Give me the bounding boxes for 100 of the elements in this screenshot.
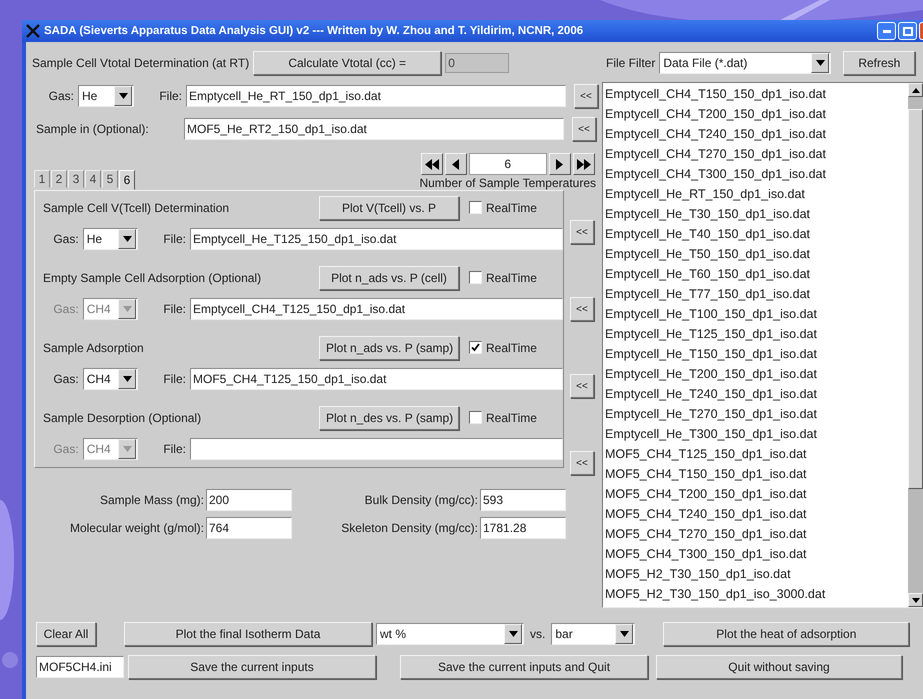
property-field[interactable]: 200 [206,489,292,511]
gas-dropdown[interactable]: CH4 [82,368,138,390]
file-list-item[interactable]: Emptycell_He_T240_150_dp1_iso.dat [605,384,908,404]
double-left-arrow-icon [424,158,439,170]
clear-all-button[interactable]: Clear All [36,622,96,646]
file-field[interactable]: Emptycell_He_RT_150_dp1_iso.dat [186,85,566,107]
property-field[interactable]: 1781.28 [480,517,566,539]
window-title: SADA (Sieverts Apparatus Data Analysis GUI) v2 --- Written by W. Zhou and T. Yildirim, NCNR, 2006 [44,25,584,37]
plot-isotherm-button[interactable]: Plot the final Isotherm Data [124,622,372,646]
file-list-item[interactable]: Emptycell_CH4_T150_150_dp1_iso.dat [605,84,908,104]
property-field[interactable]: 593 [480,489,566,511]
checkbox[interactable] [469,201,482,214]
ini-file-field[interactable]: MOF5CH4.ini [36,656,124,678]
plot-button[interactable]: Plot n_ads vs. P (samp) [319,336,459,360]
quit-button[interactable]: Quit without saving [656,654,902,678]
file-field[interactable]: Emptycell_CH4_T125_150_dp1_iso.dat [190,298,563,320]
file-field[interactable] [190,438,563,460]
first-button[interactable] [420,153,443,175]
plot-button[interactable]: Plot V(Tcell) vs. P [319,196,459,220]
maximize-icon [902,26,912,36]
tab[interactable]: 3 [68,170,84,188]
file-list-item[interactable]: Emptycell_CH4_T300_150_dp1_iso.dat [605,164,908,184]
sample-in-label: Sample in (Optional): [36,122,150,136]
file-list-item[interactable]: Emptycell_He_RT_150_dp1_iso.dat [605,184,908,204]
tab[interactable]: 2 [51,170,67,188]
select-file-button[interactable]: << [570,374,594,398]
tab[interactable]: 5 [102,170,118,188]
select-file-button[interactable]: << [574,84,598,108]
file-label: File: [162,302,186,316]
file-filter-label: File Filter [606,56,656,70]
file-list-item[interactable]: Emptycell_He_T60_150_dp1_iso.dat [605,264,908,284]
file-list-item[interactable]: Emptycell_He_T40_150_dp1_iso.dat [605,224,908,244]
temperature-count-label: Number of Sample Temperatures [419,176,596,190]
tab[interactable]: 4 [85,170,101,188]
file-list-item[interactable]: Emptycell_He_T270_150_dp1_iso.dat [605,404,908,424]
double-right-arrow-icon [576,158,591,170]
checkbox[interactable] [469,271,482,284]
file-list-item[interactable]: Emptycell_He_T150_150_dp1_iso.dat [605,344,908,364]
property-label: Sample Mass (mg): [100,493,204,507]
file-list-item[interactable]: MOF5_CH4_T125_150_dp1_iso.dat [605,444,908,464]
unit-dropdown[interactable]: wt % [376,622,524,644]
left-arrow-icon [452,158,460,170]
file-field[interactable]: Emptycell_He_T125_150_dp1_iso.dat [190,228,563,250]
select-file-button[interactable]: << [570,220,594,244]
caret-icon [122,306,132,312]
select-file-button[interactable]: << [572,117,596,141]
property-field[interactable]: 764 [206,517,292,539]
minimize-button[interactable] [877,22,896,40]
save-button[interactable]: Save the current inputs [128,654,376,678]
file-list-item[interactable]: MOF5_CH4_T200_150_dp1_iso.dat [605,484,908,504]
tab[interactable]: 1 [34,170,50,188]
unit-dropdown[interactable]: bar [551,622,636,644]
file-field[interactable]: MOF5_He_RT2_150_dp1_iso.dat [184,118,564,140]
file-list-item[interactable]: Emptycell_CH4_T200_150_dp1_iso.dat [605,104,908,124]
select-file-button[interactable]: << [570,297,594,321]
gas-label: Gas: [52,442,79,456]
select-file-button[interactable]: << [570,451,594,475]
file-list-item[interactable]: MOF5_H2_T30_150_dp1_iso_3000.dat [605,584,908,604]
gas-dropdown[interactable]: He [78,85,134,107]
calculate-button[interactable]: Calculate Vtotal (cc) = [253,51,442,75]
refresh-button[interactable]: Refresh [843,51,916,75]
file-list-item[interactable]: Emptycell_He_T30_150_dp1_iso.dat [605,204,908,224]
vs-label: vs. [530,626,546,640]
caret-icon [816,60,825,66]
save-and-quit-button[interactable]: Save the current inputs and Quit [400,654,648,678]
file-label: File: [162,372,186,386]
file-field[interactable]: MOF5_CH4_T125_150_dp1_iso.dat [190,368,563,390]
scrollbar[interactable] [908,83,923,607]
file-list-item[interactable]: Emptycell_He_T125_150_dp1_iso.dat [605,324,908,344]
minimize-icon [882,30,890,32]
checkbox-label: RealTime [486,340,537,354]
plot-heat-button[interactable]: Plot the heat of adsorption [663,622,910,646]
checkbox-label: RealTime [486,200,537,214]
last-button[interactable] [572,153,595,175]
file-list-item[interactable]: Emptycell_He_T300_150_dp1_iso.dat [605,424,908,444]
file-list-item[interactable]: Emptycell_He_T200_150_dp1_iso.dat [605,364,908,384]
gas-dropdown[interactable]: He [82,228,138,250]
section-label: Sample Cell V(Tcell) Determination [43,200,230,214]
temperature-count-field[interactable]: 6 [468,153,547,175]
file-filter-dropdown[interactable]: Data File (*.dat) [659,52,832,74]
checkbox[interactable] [469,411,482,424]
plot-button[interactable]: Plot n_des vs. P (samp) [319,406,459,430]
file-list-item[interactable]: MOF5_CH4_T240_150_dp1_iso.dat [605,504,908,524]
file-list-item[interactable]: MOF5_CH4_T150_150_dp1_iso.dat [605,464,908,484]
down-arrow-icon [912,598,920,602]
checkbox[interactable] [469,341,482,354]
file-list-item[interactable]: Emptycell_CH4_T270_150_dp1_iso.dat [605,144,908,164]
next-button[interactable] [548,153,571,175]
file-list-item[interactable]: MOF5_CH4_T300_150_dp1_iso.dat [605,544,908,564]
file-list-item[interactable]: Emptycell_He_T100_150_dp1_iso.dat [605,304,908,324]
file-list-item[interactable]: Emptycell_CH4_T240_150_dp1_iso.dat [605,124,908,144]
file-list-item[interactable]: MOF5_H2_T30_150_dp1_iso.dat [605,564,908,584]
caret-icon [508,630,518,636]
previous-button[interactable] [444,153,467,175]
file-list-item[interactable]: Emptycell_He_T50_150_dp1_iso.dat [605,244,908,264]
maximize-button[interactable] [898,22,917,40]
tab[interactable]: 6 [119,170,135,190]
file-list-item[interactable]: Emptycell_He_T77_150_dp1_iso.dat [605,284,908,304]
file-list-item[interactable]: MOF5_CH4_T270_150_dp1_iso.dat [605,524,908,544]
plot-button[interactable]: Plot n_ads vs. P (cell) [319,266,459,290]
